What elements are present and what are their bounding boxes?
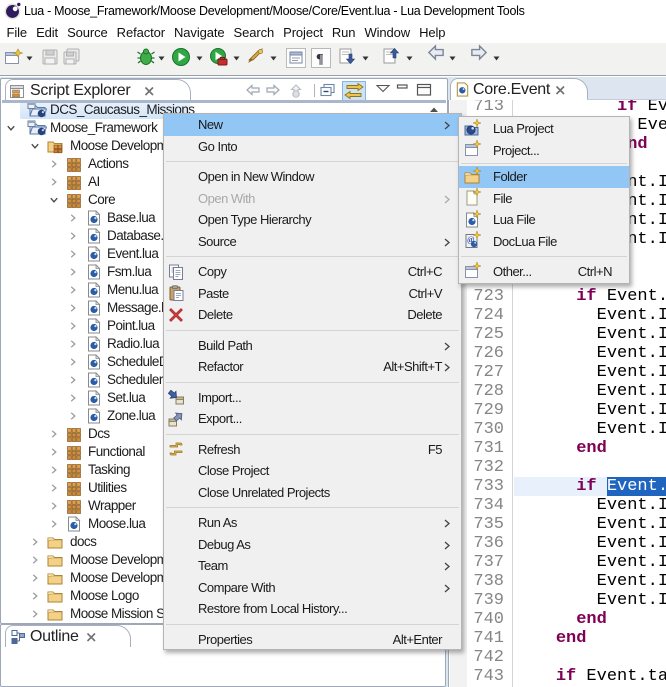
svg-text:¶: ¶: [316, 52, 324, 67]
